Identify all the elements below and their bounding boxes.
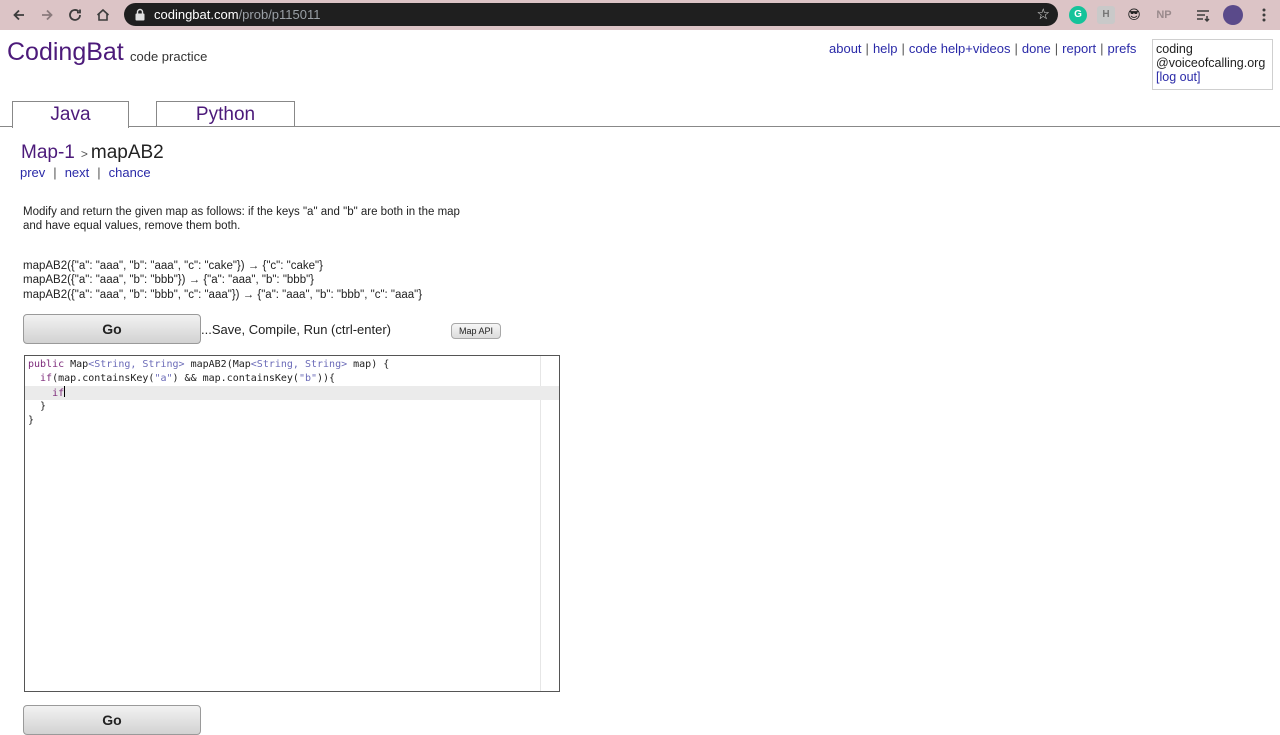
problem-examples: mapAB2({"a": "aaa", "b": "aaa", "c": "ca… — [23, 259, 422, 302]
site-tagline: code practice — [130, 49, 208, 64]
text-caret — [64, 386, 66, 397]
prefs-link[interactable]: prefs — [1108, 41, 1137, 56]
example-line: mapAB2({"a": "aaa", "b": "bbb"}) → {"a":… — [23, 274, 315, 287]
next-link[interactable]: next — [65, 165, 90, 180]
code-line: } — [28, 401, 47, 412]
logout-link[interactable]: [log out] — [1156, 70, 1200, 84]
lock-icon — [135, 8, 145, 21]
code-line: public Map<String, String> mapAB2(Map<St… — [28, 359, 390, 370]
profile-avatar[interactable] — [1223, 5, 1243, 25]
extension-icon[interactable]: H — [1097, 6, 1115, 24]
code-line: if(map.containsKey("a") && map.containsK… — [28, 373, 336, 384]
browser-toolbar: codingbat.com/prob/p115011 ☆ G H 😎 NP — [0, 0, 1280, 30]
problem-description: Modify and return the given map as follo… — [23, 206, 460, 232]
category-link[interactable]: Map-1 — [21, 142, 75, 163]
example-line: mapAB2({"a": "aaa", "b": "bbb", "c": "aa… — [23, 288, 423, 301]
url-text: codingbat.com/prob/p115011 — [154, 7, 321, 22]
tab-java[interactable]: Java — [12, 101, 129, 128]
user-account-box: coding @voiceofcalling.org [log out] — [1152, 39, 1273, 90]
back-arrow-icon[interactable] — [8, 4, 30, 26]
report-link[interactable]: report — [1062, 41, 1096, 56]
problem-title: mapAB2 — [90, 142, 164, 163]
reload-icon[interactable] — [64, 4, 86, 26]
problem-pager: prev | next | chance — [20, 165, 151, 180]
address-bar[interactable]: codingbat.com/prob/p115011 ☆ — [124, 3, 1058, 26]
top-nav-links: about | help | code help+videos | done | report |… — [829, 41, 1137, 56]
grammarly-extension-icon[interactable]: G — [1069, 6, 1087, 24]
about-link[interactable]: about — [829, 41, 862, 56]
bookmark-star-icon[interactable]: ☆ — [1037, 6, 1050, 23]
np-extension-icon[interactable]: NP — [1153, 6, 1175, 24]
menu-kebab-icon[interactable] — [1253, 4, 1275, 26]
home-icon[interactable] — [92, 4, 114, 26]
go-button-bottom[interactable]: Go — [23, 705, 201, 735]
site-logo[interactable]: CodingBat — [7, 38, 124, 67]
code-line-active: if — [25, 386, 559, 400]
help-link[interactable]: help — [873, 41, 898, 56]
map-api-button[interactable]: Map API — [451, 323, 501, 339]
go-button[interactable]: Go — [23, 314, 201, 344]
breadcrumb: Map-1 > mapAB2 — [21, 142, 164, 163]
chance-link[interactable]: chance — [109, 165, 151, 180]
done-link[interactable]: done — [1022, 41, 1051, 56]
forward-arrow-icon[interactable] — [36, 4, 58, 26]
tab-python[interactable]: Python — [156, 101, 295, 127]
example-line: mapAB2({"a": "aaa", "b": "aaa", "c": "ca… — [23, 260, 323, 272]
user-name-line1: coding — [1156, 42, 1193, 56]
sunglasses-extension-icon[interactable]: 😎 — [1125, 6, 1143, 24]
go-hint-text: ...Save, Compile, Run (ctrl-enter) — [201, 322, 392, 337]
reading-list-icon[interactable] — [1192, 4, 1214, 26]
code-line: } — [28, 415, 35, 426]
code-help-videos-link[interactable]: code help+videos — [909, 41, 1011, 56]
code-editor[interactable]: public Map<String, String> mapAB2(Map<St… — [24, 355, 560, 692]
user-name-line2: @voiceofcalling.org — [1156, 56, 1266, 70]
prev-link[interactable]: prev — [20, 165, 45, 180]
